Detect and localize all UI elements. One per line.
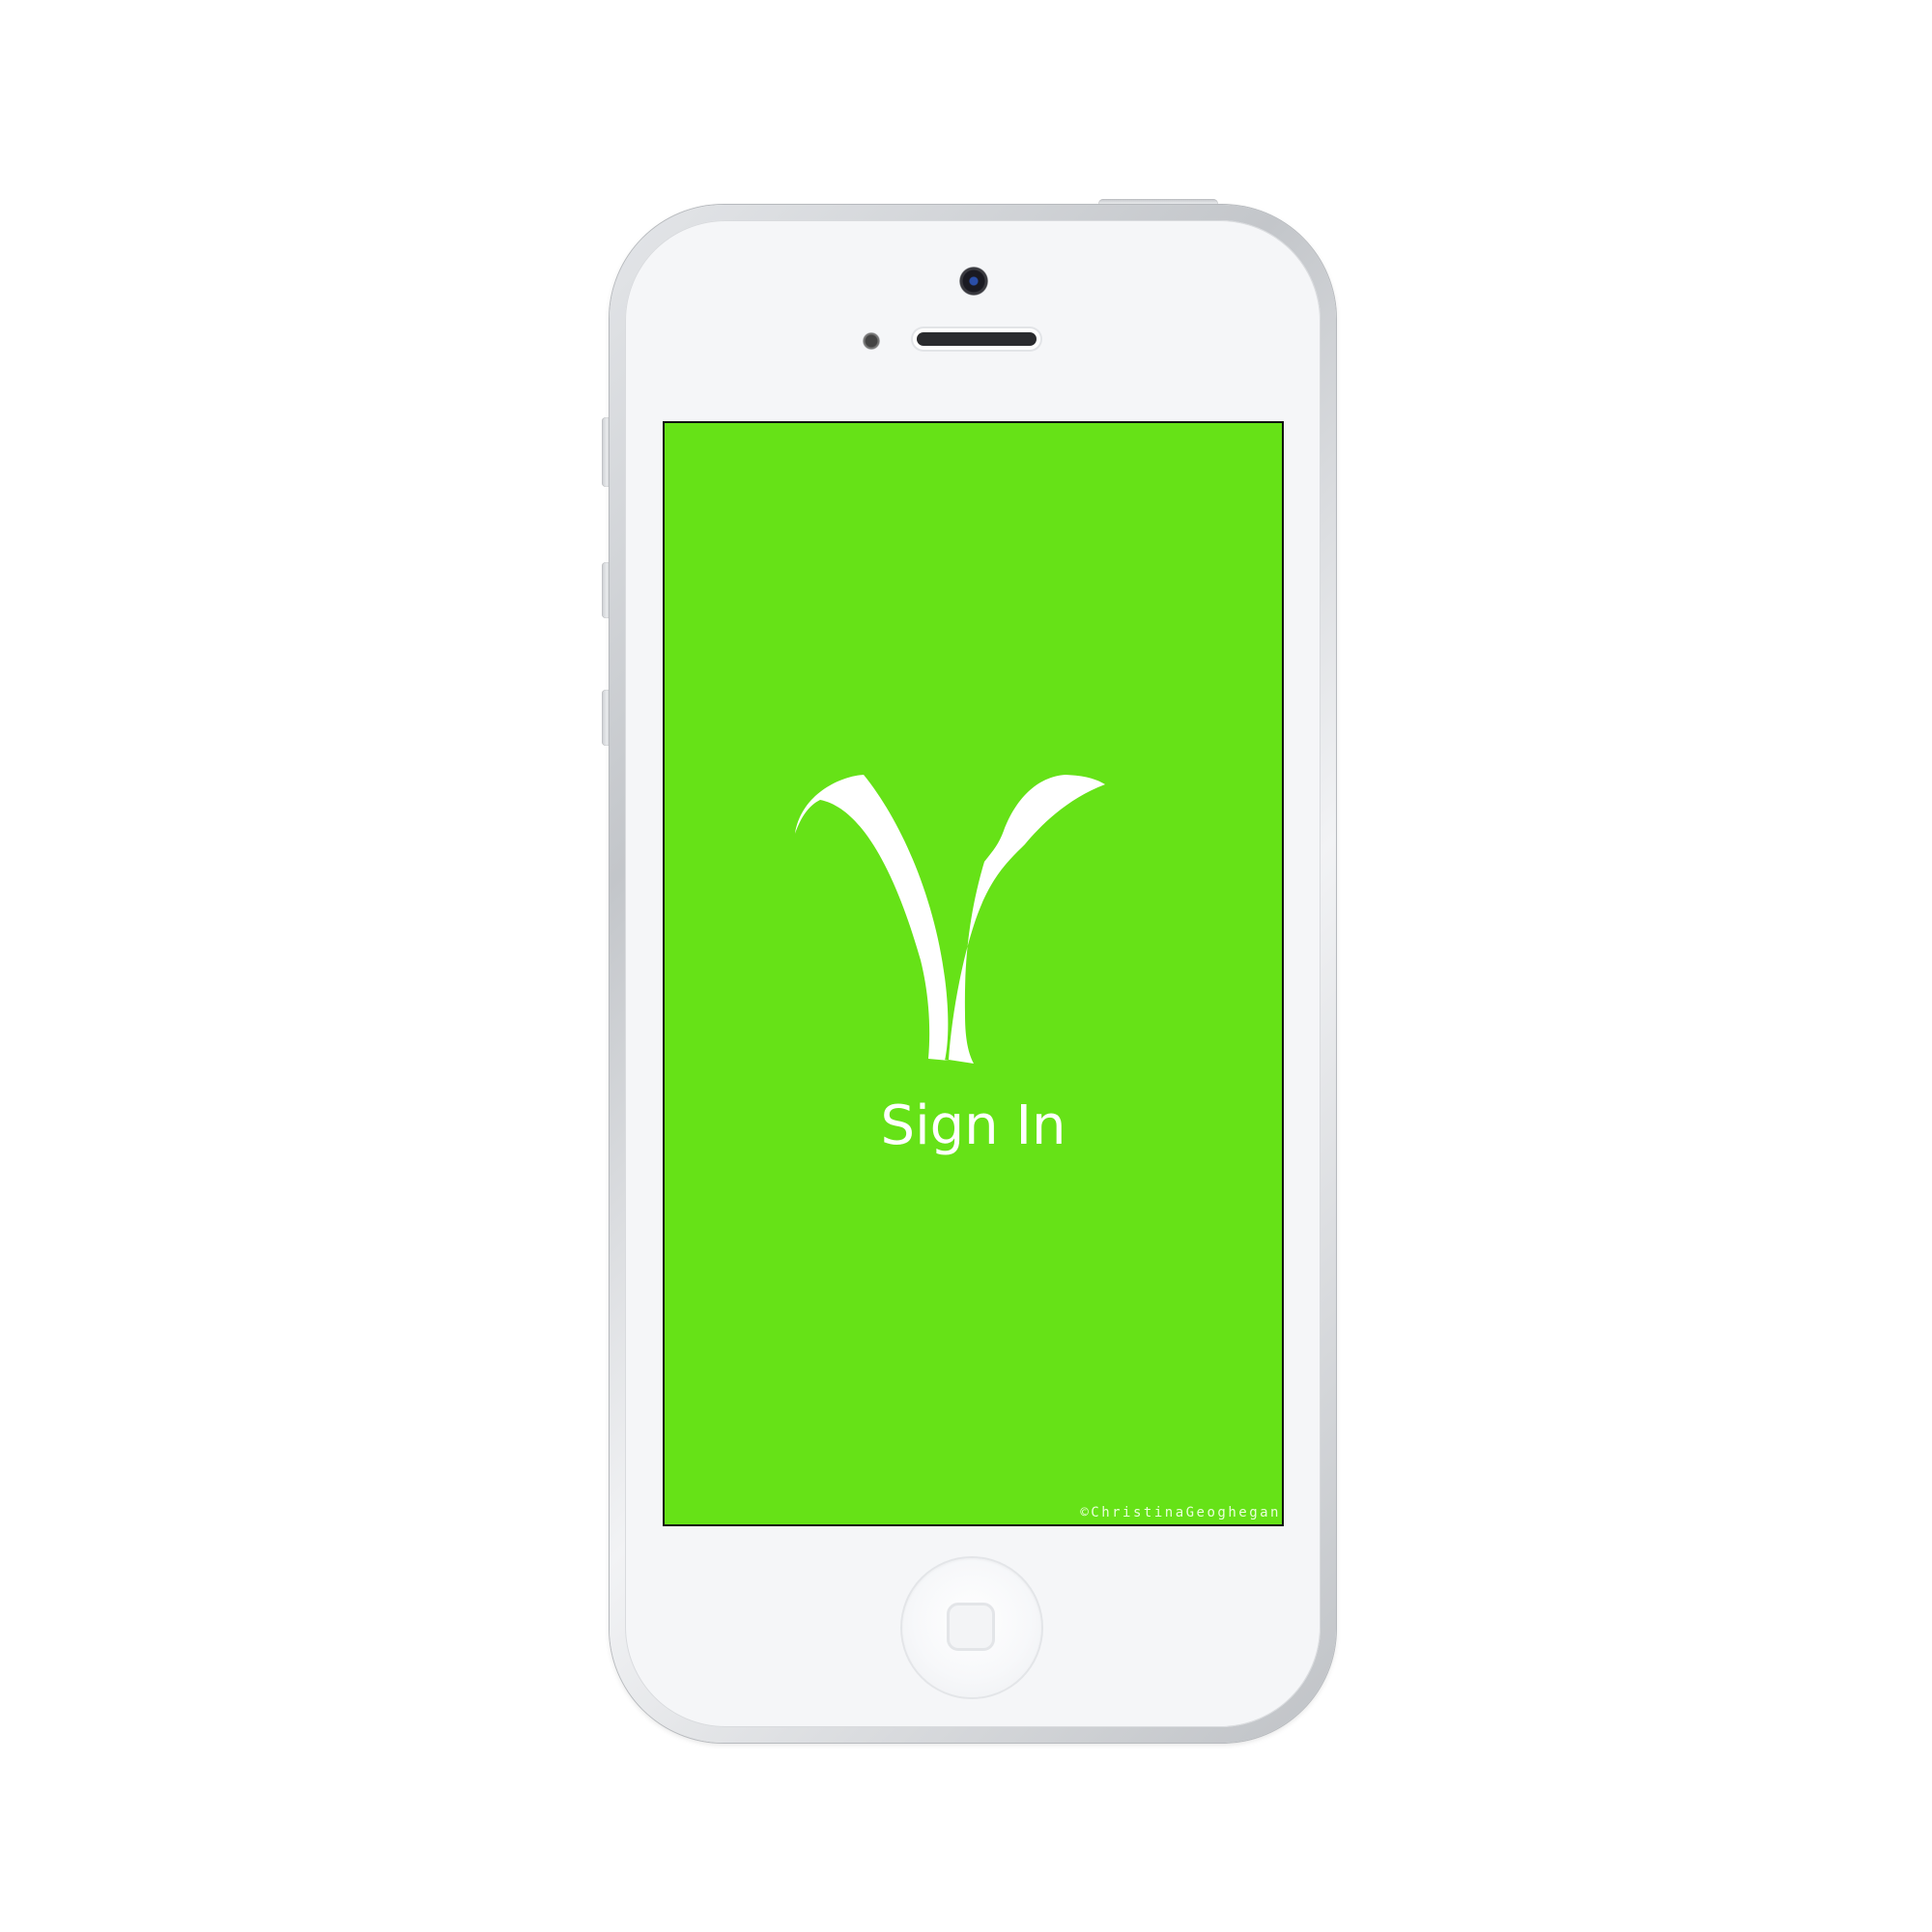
copyright-text: ©ChristinaGeoghegan (1080, 1505, 1281, 1520)
logo-left-leaf (795, 775, 950, 1061)
earpiece-speaker-icon (913, 328, 1040, 350)
proximity-sensor-icon (863, 332, 880, 350)
home-button[interactable] (902, 1558, 1041, 1697)
mockup-stage: Sign In ©ChristinaGeoghegan (0, 0, 1932, 1932)
front-camera-icon (959, 267, 988, 296)
logo-right-leaf (949, 775, 1105, 1064)
sign-in-label: Sign In (880, 1094, 1066, 1157)
speaker-grill (917, 332, 1037, 346)
sign-in-button[interactable]: Sign In (663, 1094, 1284, 1159)
home-square-icon (947, 1603, 995, 1651)
sprout-v-logo-icon (795, 775, 1105, 1064)
